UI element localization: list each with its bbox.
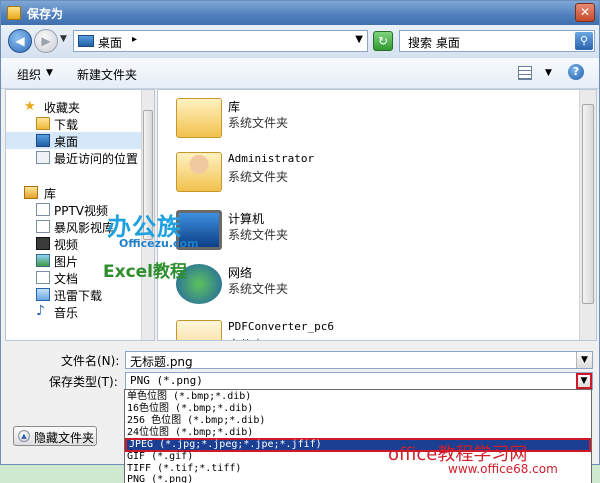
title-bar[interactable]: 保存为 ✕ [1,1,599,25]
sidebar-item-label: 音乐 [54,306,79,320]
file-list-scroll-thumb[interactable] [582,104,594,304]
search-placeholder[interactable]: 搜索 桌面 [408,34,460,51]
view-options-icon[interactable] [518,66,532,80]
file-item-pdfconverter[interactable]: PDFConverter_pc6 文件夹 [172,316,552,340]
back-button[interactable]: ◀ [8,29,32,53]
desktop-icon [78,35,94,47]
document-icon [36,220,50,233]
filetype-select[interactable]: PNG (*.png) ▼ [125,372,593,390]
refresh-button[interactable]: ↻ [373,31,393,51]
help-icon[interactable]: ? [568,64,584,80]
history-dropdown-icon[interactable]: ▼ [60,34,67,44]
sidebar-item-label: PPTV视频 [54,204,109,218]
desktop-icon [36,134,50,147]
filetype-option[interactable]: 16色位图 (*.bmp;*.dib) [127,403,253,415]
file-name: PDFConverter_pc6 [228,320,334,333]
filetype-option[interactable]: GIF (*.gif) [127,451,193,463]
filetype-dropdown-list: 单色位图 (*.bmp;*.dib) 16色位图 (*.bmp;*.dib) 2… [124,389,592,483]
file-item-libraries[interactable]: 库 系统文件夹 [172,94,552,146]
filename-dropdown-icon[interactable]: ▼ [576,352,592,368]
command-toolbar: 组织 ▼ 新建文件夹 ▼ ? [1,57,599,89]
file-type: 系统文件夹 [228,116,289,130]
filename-field[interactable]: 无标题.png ▼ [125,351,593,369]
sidebar-item-label: 迅雷下载 [54,289,103,303]
file-item-computer[interactable]: 计算机 系统文件夹 [172,206,552,258]
sidebar-item-label: 桌面 [54,135,79,149]
organize-button[interactable]: 组织 [17,66,41,83]
video-icon [36,237,50,250]
sidebar-item-label: 图片 [54,255,79,269]
sidebar-scroll-thumb[interactable] [143,110,153,240]
file-type: 系统文件夹 [228,228,289,242]
chevron-up-icon: ▲ [18,430,30,442]
chevron-right-icon[interactable]: ▸ [132,34,137,45]
sidebar-item-desktop[interactable]: 桌面 [6,132,142,149]
filetype-option-selected[interactable]: JPEG (*.jpg;*.jpeg;*.jpe;*.jfif) [125,438,591,452]
search-icon[interactable]: ⚲ [575,32,593,50]
filetype-dropdown-icon[interactable]: ▼ [576,373,592,389]
file-name: Administrator [228,152,315,165]
sidebar-item-label: 文档 [54,272,79,286]
address-dropdown-icon[interactable]: ▼ [355,34,363,45]
folder-icon [176,320,222,340]
download-icon [36,288,50,301]
filetype-value[interactable]: PNG (*.png) [130,374,203,387]
filetype-option[interactable]: PNG (*.png) [127,474,193,483]
download-folder-icon [36,117,50,130]
dialog-title: 保存为 [27,7,64,21]
recent-places-icon [36,151,50,164]
file-list: 库 系统文件夹 Administrator 系统文件夹 计算机 系统文件夹 网络… [157,89,597,341]
filetype-label: 保存类型(T): [49,375,118,389]
sidebar-item-label: 最近访问的位置 [54,152,139,166]
document-icon [36,271,50,284]
filename-value[interactable]: 无标题.png [130,353,193,370]
hide-folders-label: 隐藏文件夹 [34,431,95,445]
sidebar-scrollbar[interactable] [141,90,154,340]
file-list-scrollbar[interactable] [579,90,596,340]
navigation-pane: ★ 收藏夹 下载 桌面 最近访问的位置 库 PPTV视频 暴风影视库 视频 图片… [5,89,155,341]
sidebar-item-label: 暴风影视库 [54,221,115,235]
library-folder-icon [176,98,222,138]
hide-folders-button[interactable]: ▲ 隐藏文件夹 [13,426,97,446]
filetype-option[interactable]: 单色位图 (*.bmp;*.dib) [127,391,251,403]
library-icon [24,186,38,199]
computer-icon [176,210,222,250]
dialog-icon [7,6,21,20]
file-type: 系统文件夹 [228,170,289,184]
file-item-administrator[interactable]: Administrator 系统文件夹 [172,148,552,200]
address-text[interactable]: 桌面 [98,34,122,51]
view-dropdown-icon[interactable]: ▼ [545,68,552,78]
star-icon: ★ [24,99,36,114]
sidebar-item-label: 库 [44,187,57,201]
file-name: 计算机 [228,212,265,226]
file-item-network[interactable]: 网络 系统文件夹 [172,260,552,312]
filetype-option[interactable]: 256 色位图 (*.bmp;*.dib) [127,415,265,427]
file-name: 库 [228,100,241,114]
file-type: 系统文件夹 [228,282,289,296]
chevron-down-icon[interactable]: ▼ [46,68,53,78]
sidebar-item-label: 下载 [54,118,79,132]
document-icon [36,203,50,216]
sidebar-item-label: 收藏夹 [44,101,81,115]
filename-label: 文件名(N): [61,354,120,368]
music-icon: ♪ [36,303,45,319]
file-name: 网络 [228,266,253,280]
navigation-bar: ◀ ▶ ▼ 桌面 ▸ ▼ ↻ 搜索 桌面 ⚲ [1,25,599,57]
sidebar-item-label: 视频 [54,238,79,252]
close-button[interactable]: ✕ [575,3,595,22]
file-type: 文件夹 [228,336,264,340]
address-bar[interactable]: 桌面 ▸ ▼ [73,30,368,52]
user-folder-icon [176,152,222,192]
picture-icon [36,254,50,267]
new-folder-button[interactable]: 新建文件夹 [77,66,137,83]
forward-button[interactable]: ▶ [34,29,58,53]
network-icon [176,264,222,304]
search-input[interactable]: 搜索 桌面 ⚲ [399,30,595,52]
